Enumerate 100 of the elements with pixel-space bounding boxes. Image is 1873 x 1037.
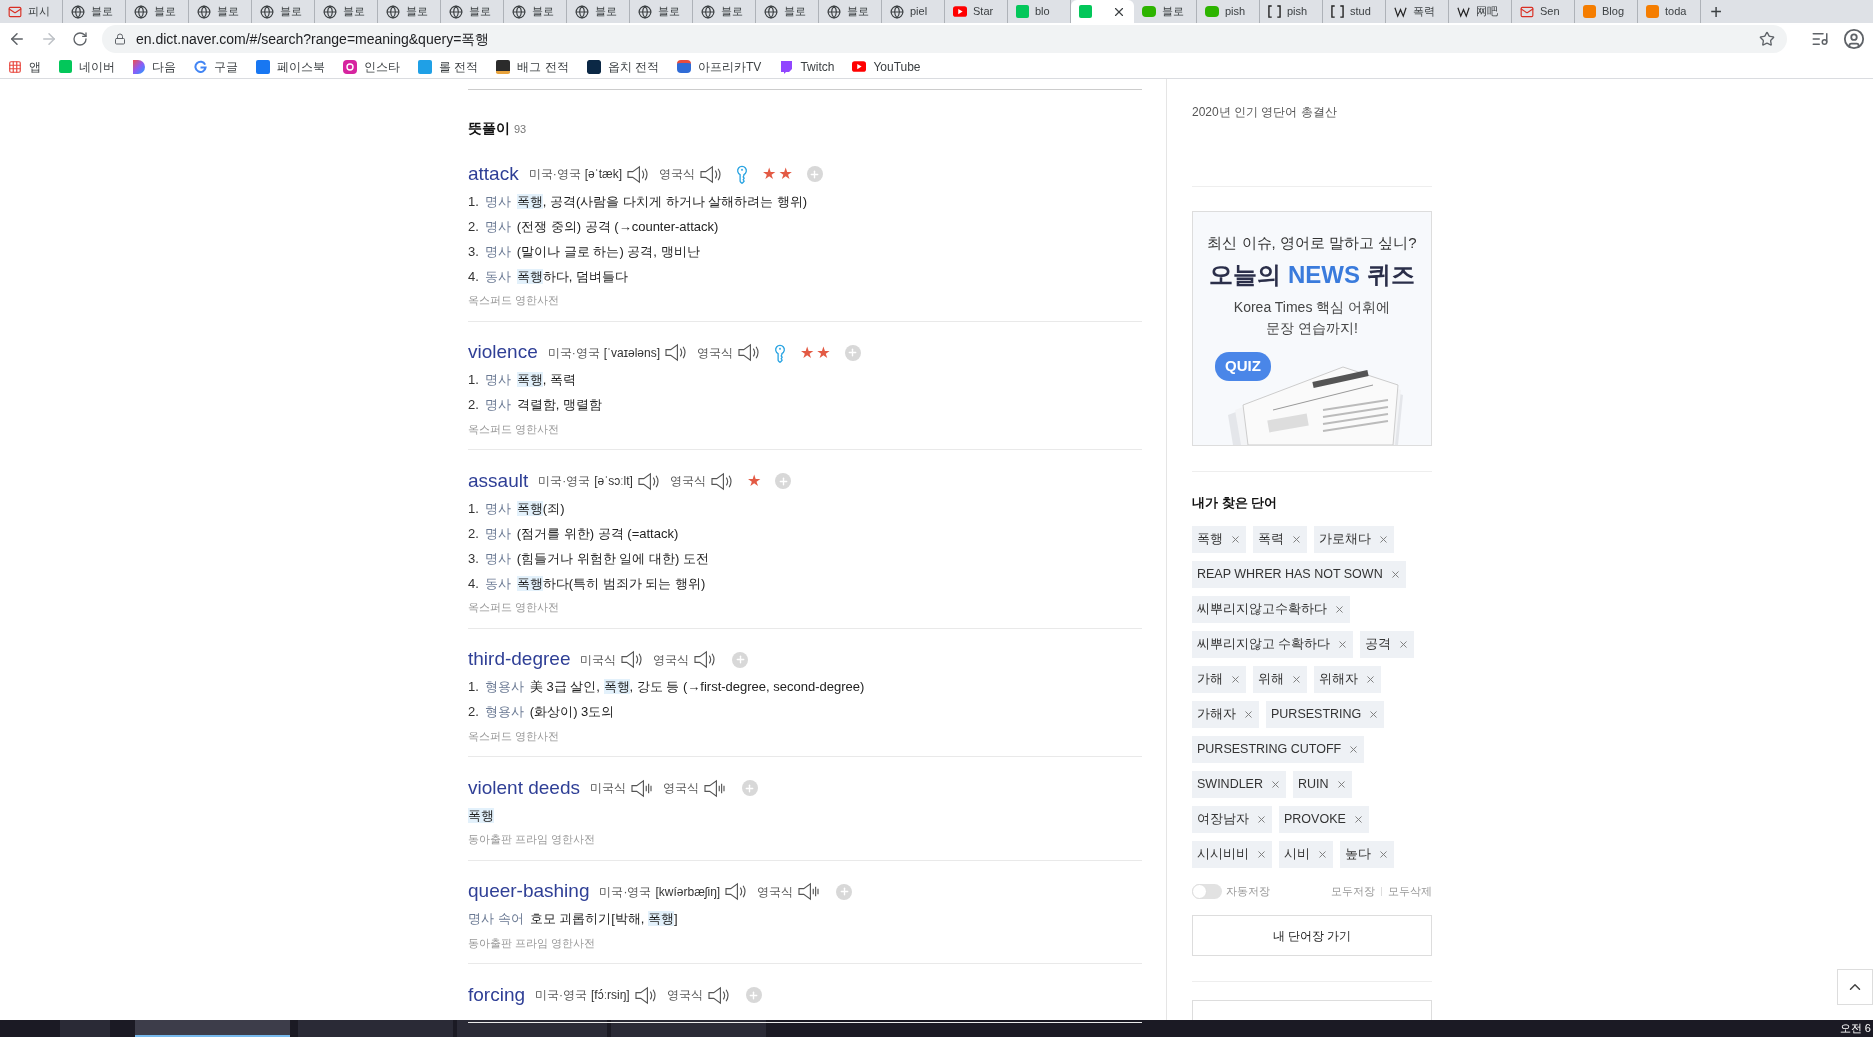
- remove-icon[interactable]: [1389, 569, 1401, 580]
- speaker-icon[interactable]: [709, 471, 733, 491]
- history-word-chip[interactable]: 씨뿌리지않고 수확하다: [1192, 631, 1354, 658]
- speaker-icon[interactable]: [699, 164, 723, 184]
- speaker-icon[interactable]: [620, 650, 644, 669]
- media-icon[interactable]: [1811, 30, 1829, 48]
- remove-icon[interactable]: [1368, 709, 1380, 720]
- remove-icon[interactable]: [1270, 779, 1281, 790]
- speaker-icon[interactable]: [633, 985, 657, 1005]
- entry-word[interactable]: violent deeds: [468, 773, 580, 803]
- history-word-chip[interactable]: SWINDLER: [1192, 771, 1286, 798]
- profile-icon[interactable]: [1843, 28, 1865, 50]
- history-word-chip[interactable]: 위해자: [1314, 666, 1381, 693]
- play-icon: [953, 6, 967, 17]
- history-word-chip[interactable]: PURSESTRING CUTOFF: [1192, 736, 1365, 763]
- history-word-chip[interactable]: RUIN: [1293, 771, 1352, 798]
- remove-icon[interactable]: [1335, 779, 1347, 790]
- speaker-icon[interactable]: [636, 471, 660, 491]
- remove-icon[interactable]: [1256, 849, 1267, 860]
- bookmark-link[interactable]: Twitch: [779, 57, 835, 76]
- remove-icon[interactable]: [1256, 814, 1267, 825]
- speaker-icon[interactable]: [702, 778, 726, 798]
- banner-text: 문장 연습까지!: [1266, 318, 1358, 338]
- entry-word[interactable]: forcing: [468, 980, 526, 1010]
- remove-icon[interactable]: [1334, 604, 1345, 615]
- reload-icon[interactable]: [72, 31, 88, 47]
- remove-icon[interactable]: [1398, 639, 1410, 650]
- address-bar[interactable]: en.dict.naver.com/#/search?range=meaning&query=폭행: [102, 25, 1787, 53]
- bookmark-link[interactable]: 옵치 전적: [586, 57, 660, 76]
- item-number: 2.: [468, 524, 479, 543]
- facebook-icon: [256, 59, 270, 74]
- dictionary-source: 옥스퍼드 영한사전: [468, 421, 561, 437]
- back-icon[interactable]: [8, 30, 26, 48]
- speaker-icon[interactable]: [737, 343, 760, 362]
- bookmark-link[interactable]: 아프리카TV: [677, 57, 762, 76]
- history-word-chip[interactable]: 씨뿌리지않고수확하다: [1192, 596, 1350, 623]
- news-quiz-banner[interactable]: 최신 이슈, 영어로 말하고 싶니? 오늘의 NEWS 퀴즈 Korea Times 핵심 어휘에 문장 연습까지! QUIZ: [1192, 211, 1432, 447]
- forward-icon[interactable]: [40, 30, 58, 48]
- bookmark-link[interactable]: 다음: [133, 57, 176, 76]
- bookmark-link[interactable]: 롤 전적: [418, 57, 479, 76]
- wordbook-button[interactable]: 내 단어장 가기: [1192, 915, 1432, 957]
- remove-icon[interactable]: [1291, 534, 1302, 545]
- history-word-chip[interactable]: PROVOKE: [1279, 806, 1369, 833]
- history-word-chip[interactable]: 시시비비: [1192, 841, 1272, 868]
- pronunciation-label: 미국식: [580, 651, 617, 669]
- bookmark-link[interactable]: 네이버: [59, 57, 115, 76]
- remove-icon[interactable]: [1243, 709, 1254, 720]
- square-icon: [1016, 5, 1029, 18]
- g-ring-icon: [194, 60, 207, 73]
- history-word-chip[interactable]: 시비: [1279, 841, 1333, 868]
- remove-icon[interactable]: [1352, 814, 1364, 825]
- bookmark-link[interactable]: 구글: [194, 57, 238, 76]
- bookmark-link[interactable]: 배그 전적: [496, 57, 569, 76]
- history-word-chip[interactable]: 가로채다: [1314, 526, 1394, 553]
- url-text: en.dict.naver.com/#/search?range=meaning&query=폭행: [136, 29, 490, 49]
- history-word-chip[interactable]: 가해자: [1192, 701, 1259, 728]
- history-word-chip[interactable]: 공격: [1360, 631, 1415, 658]
- remove-icon[interactable]: [1230, 534, 1241, 545]
- speaker-icon[interactable]: [664, 343, 687, 362]
- history-word-chip[interactable]: REAP WHRER HAS NOT SOWN: [1192, 561, 1406, 588]
- history-word-chip[interactable]: 여장남자: [1192, 806, 1272, 833]
- remove-icon[interactable]: [1317, 849, 1328, 860]
- history-word-chip[interactable]: 위해: [1253, 666, 1307, 693]
- camera-icon: [343, 59, 357, 74]
- bookmark-link[interactable]: 인스타: [343, 57, 400, 76]
- remove-icon[interactable]: [1378, 534, 1389, 545]
- history-word-chip[interactable]: PURSESTRING: [1266, 701, 1385, 728]
- speaker-icon[interactable]: [724, 882, 748, 901]
- remove-icon[interactable]: [1337, 639, 1349, 650]
- remove-icon[interactable]: [1365, 674, 1376, 685]
- promo-link[interactable]: 2020년 인기 영단어 총결산: [1192, 103, 1432, 121]
- history-word-chip[interactable]: 폭행: [1192, 526, 1246, 553]
- remove-icon[interactable]: [1230, 674, 1241, 685]
- meaning-text: 폭행(죄): [516, 499, 565, 518]
- taskbar-button[interactable]: [135, 1020, 290, 1037]
- entry-word[interactable]: violence: [468, 338, 538, 367]
- remove-icon[interactable]: [1378, 849, 1389, 860]
- banner-subtitle: 최신 이슈, 영어로 말하고 싶니?: [1207, 233, 1417, 253]
- entry-word[interactable]: third-degree: [468, 645, 571, 674]
- entry-word[interactable]: queer-bashing: [468, 877, 590, 906]
- quiz-badge: QUIZ: [1215, 352, 1271, 381]
- speaker-icon[interactable]: [629, 778, 653, 798]
- entry-word[interactable]: assault: [468, 466, 529, 496]
- remove-icon[interactable]: [1348, 744, 1360, 755]
- new-tab-button[interactable]: +: [1701, 0, 1731, 23]
- speaker-icon[interactable]: [626, 164, 650, 184]
- entry-word[interactable]: attack: [468, 159, 519, 189]
- history-word-chip[interactable]: 폭력: [1253, 526, 1307, 553]
- history-word-chip[interactable]: 가해: [1192, 666, 1246, 693]
- bookmark-link[interactable]: YouTube: [852, 57, 921, 76]
- remove-icon[interactable]: [1291, 674, 1302, 685]
- bookmark-link[interactable]: 앱: [8, 57, 41, 76]
- speaker-icon[interactable]: [693, 650, 717, 669]
- part-of-speech: 명사 속어: [468, 910, 524, 929]
- autosave-toggle[interactable]: [1192, 884, 1222, 900]
- history-word-chip[interactable]: 높다: [1340, 841, 1394, 868]
- bookmark-link[interactable]: 페이스북: [256, 57, 325, 76]
- speaker-icon[interactable]: [797, 882, 821, 901]
- speaker-icon[interactable]: [706, 985, 730, 1005]
- star-icon[interactable]: [1759, 31, 1775, 47]
